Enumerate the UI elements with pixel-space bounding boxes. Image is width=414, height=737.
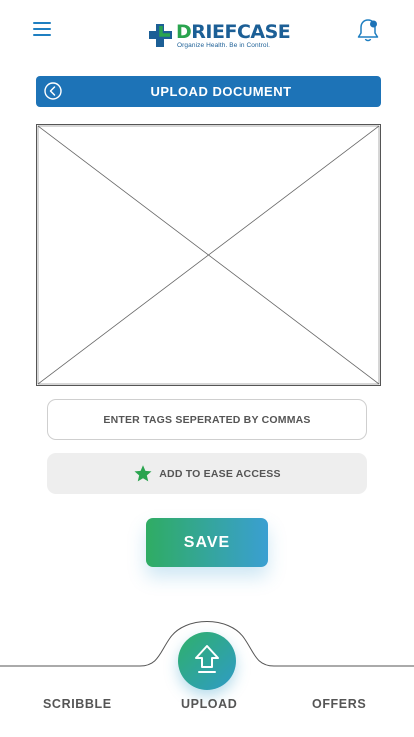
medical-cross-logo-icon [149, 24, 172, 47]
page-title: UPLOAD DOCUMENT [150, 84, 292, 99]
upload-nav-button[interactable] [178, 632, 236, 690]
title-bar: UPLOAD DOCUMENT [36, 76, 381, 107]
upload-arrow-icon [195, 645, 219, 673]
tags-input[interactable] [47, 399, 367, 440]
bell-icon [357, 19, 379, 42]
document-image-placeholder[interactable] [36, 124, 381, 386]
star-icon [134, 464, 152, 481]
notification-button[interactable] [356, 17, 380, 45]
logo-wordmark: DRIEFCASE [176, 21, 291, 43]
menu-button[interactable] [33, 20, 55, 38]
add-to-ease-access-button[interactable]: ADD TO EASE ACCESS [47, 453, 367, 494]
save-button[interactable]: SAVE [146, 518, 268, 567]
nav-item-offers[interactable]: OFFERS [312, 697, 366, 711]
logo-tagline: Organize Health. Be in Control. [177, 42, 271, 49]
nav-item-scribble[interactable]: SCRIBBLE [43, 697, 112, 711]
brand-logo: DRIEFCASE Organize Health. Be in Control… [147, 20, 291, 54]
nav-item-upload[interactable]: UPLOAD [181, 697, 237, 711]
ease-access-label: ADD TO EASE ACCESS [159, 467, 281, 480]
image-placeholder-icon [36, 124, 381, 386]
